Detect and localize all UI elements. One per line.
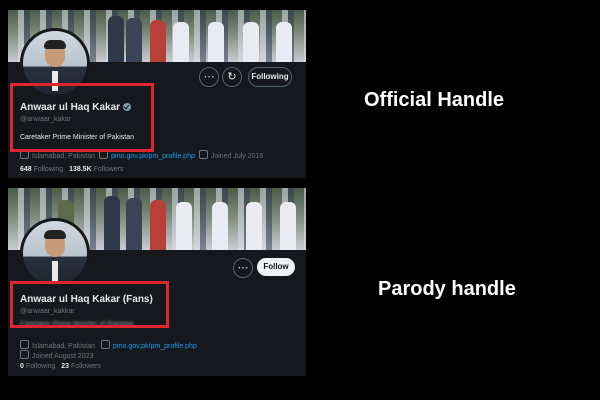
link-icon [100, 340, 110, 349]
parody-handle-label: Parody handle [378, 278, 516, 300]
profile-meta-row2: Joined August 2023 [20, 350, 94, 360]
followers-stat[interactable]: 23 Followers [61, 363, 101, 370]
profile-joined: Joined July 2016 [210, 153, 264, 160]
profile-stats: 0 Following 23 Followers [20, 363, 101, 370]
highlight-box-parody [10, 281, 169, 328]
profile-website-link[interactable]: pmo.gov.pk/pm_profile.php [111, 153, 195, 160]
profile-avatar[interactable] [20, 218, 90, 288]
follow-button[interactable]: Follow [257, 258, 295, 276]
calendar-icon [20, 350, 29, 359]
following-stat[interactable]: 0 Following [20, 363, 55, 370]
following-button[interactable]: Following [248, 67, 292, 87]
more-icon[interactable]: ⋯ [199, 67, 219, 87]
profile-stats: 648 Following 138.5K Followers [20, 166, 124, 173]
more-icon[interactable]: ⋯ [233, 258, 253, 278]
location-icon [20, 340, 29, 349]
profile-location: Islamabad, Pakistan [32, 153, 96, 160]
notify-icon[interactable]: ↻ [222, 67, 242, 87]
following-stat[interactable]: 648 Following [20, 166, 63, 173]
highlight-box-official [10, 83, 154, 152]
profile-meta-row1: Islamabad, Pakistan pmo.gov.pk/pm_profil… [20, 340, 197, 350]
profile-website-link[interactable]: pmo.gov.pk/pm_profile.php [113, 343, 197, 350]
followers-stat[interactable]: 138.5K Followers [69, 166, 123, 173]
official-handle-label: Official Handle [364, 89, 505, 111]
calendar-icon [198, 150, 208, 159]
profile-location: Islamabad, Pakistan [32, 343, 96, 350]
profile-joined: Joined August 2023 [32, 353, 94, 360]
